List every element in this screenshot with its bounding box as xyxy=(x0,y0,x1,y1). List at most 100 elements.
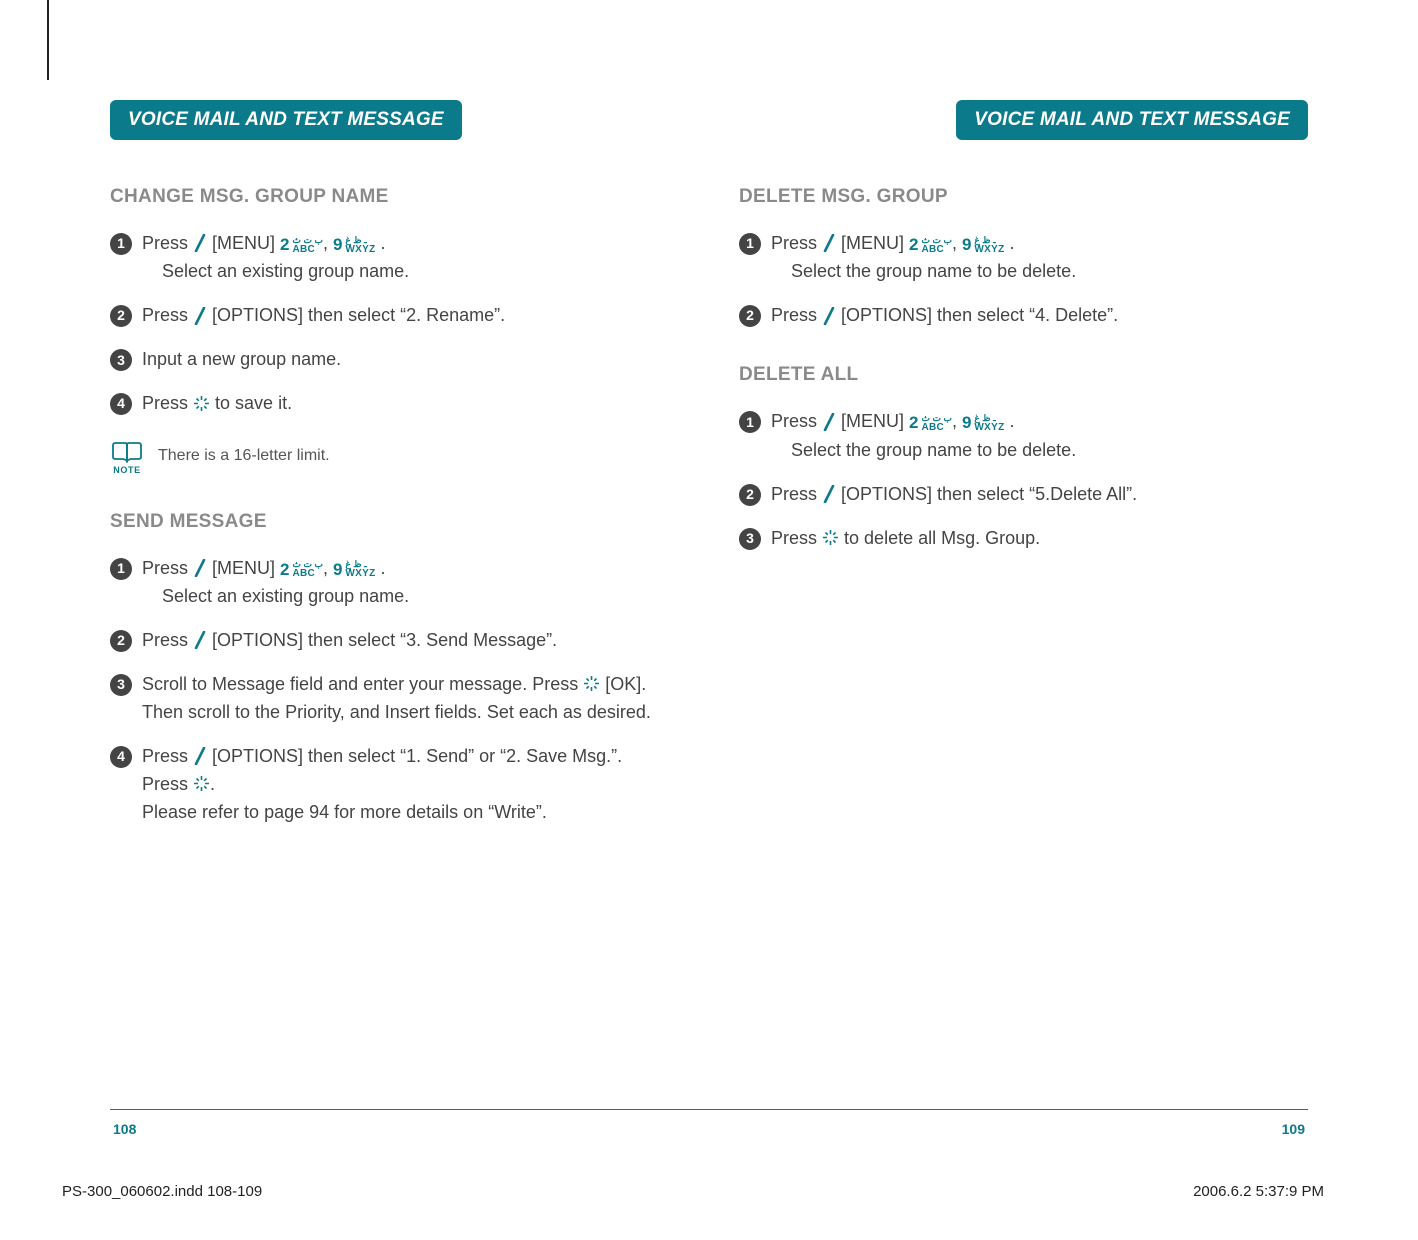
note-text: There is a 16-letter limit. xyxy=(158,447,330,465)
sep: , xyxy=(952,233,962,253)
ok-key-icon xyxy=(193,771,210,799)
step-bullet-1: 1 xyxy=(110,233,132,255)
step-bullet-2: 2 xyxy=(739,305,761,327)
step-text: . xyxy=(210,774,215,794)
step-text: [MENU] xyxy=(212,558,280,578)
step-row: 1 Press [MENU] 2ب ت ثABC, 9ـ ظ غWXYZ . S… xyxy=(739,408,1308,464)
softkey-icon xyxy=(822,303,836,331)
step-text: [OPTIONS] then select “5.Delete All”. xyxy=(841,484,1137,504)
step-text: Press xyxy=(142,393,193,413)
step-text: Press xyxy=(142,630,193,650)
ok-key-icon xyxy=(822,525,839,553)
step-text: Press xyxy=(771,305,822,325)
softkey-icon xyxy=(193,743,207,771)
softkey-icon xyxy=(193,230,207,258)
step-bullet-3: 3 xyxy=(110,349,132,371)
step-text: . xyxy=(1010,411,1015,431)
step-text: Press xyxy=(142,233,193,253)
step-row: 2 Press [OPTIONS] then select “4. Delete… xyxy=(739,302,1308,330)
step-text: [OPTIONS] then select “4. Delete”. xyxy=(841,305,1118,325)
step-indent-text: Select an existing group name. xyxy=(142,583,679,611)
note-block: NOTE There is a 16-letter limit. xyxy=(110,441,679,471)
ok-key-icon xyxy=(583,671,600,699)
softkey-icon xyxy=(193,555,207,583)
page-number-right: 109 xyxy=(1282,1121,1305,1137)
banner-text: VOICE MAIL AND TEXT MESSAGE xyxy=(110,100,462,140)
note-label: NOTE xyxy=(110,465,144,475)
step-bullet-2: 2 xyxy=(110,630,132,652)
step-text: Please refer to page 94 for more details… xyxy=(142,802,547,822)
key-9-icon: 9ـ ظ غWXYZ xyxy=(962,232,1005,258)
footer-rule xyxy=(110,1109,1308,1110)
step-text: to save it. xyxy=(215,393,292,413)
step-row: 1 Press [MENU] 2ب ت ثABC, 9ـ ظ غWXYZ . S… xyxy=(110,555,679,611)
key-9-icon: 9ـ ظ غWXYZ xyxy=(333,557,376,583)
step-text: Press xyxy=(142,305,193,325)
step-row: 3 Input a new group name. xyxy=(110,346,679,374)
key-9-icon: 9ـ ظ غWXYZ xyxy=(962,410,1005,436)
step-row: 2 Press [OPTIONS] then select “3. Send M… xyxy=(110,627,679,655)
softkey-icon xyxy=(193,627,207,655)
step-row: 3 Scroll to Message field and enter your… xyxy=(110,671,679,727)
key-2-icon: 2ب ت ثABC xyxy=(909,232,952,258)
print-slug-left: PS-300_060602.indd 108-109 xyxy=(62,1183,262,1200)
softkey-icon xyxy=(822,230,836,258)
step-bullet-1: 1 xyxy=(110,558,132,580)
step-text: Press xyxy=(771,233,822,253)
key-2-icon: 2ب ت ثABC xyxy=(909,410,952,436)
crop-mark xyxy=(47,0,49,80)
step-indent-text: Select the group name to be delete. xyxy=(771,258,1308,286)
step-text: [MENU] xyxy=(841,233,909,253)
step-text: . xyxy=(1010,233,1015,253)
step-bullet-1: 1 xyxy=(739,411,761,433)
step-row: 3 Press to delete all Msg. Group. xyxy=(739,525,1308,553)
ok-key-icon xyxy=(193,391,210,419)
note-icon: NOTE xyxy=(110,441,144,471)
step-text: [MENU] xyxy=(212,233,280,253)
step-text: Press xyxy=(771,484,822,504)
key-9-icon: 9ـ ظ غWXYZ xyxy=(333,232,376,258)
step-text: Press xyxy=(771,528,822,548)
step-row: 1 Press [MENU] 2ب ت ثABC, 9ـ ظ غWXYZ . S… xyxy=(739,230,1308,286)
print-slug-right: 2006.6.2 5:37:9 PM xyxy=(1193,1183,1324,1200)
step-indent-text: Select an existing group name. xyxy=(142,258,679,286)
section-banner-right: VOICE MAIL AND TEXT MESSAGE xyxy=(739,100,1308,140)
step-bullet-2: 2 xyxy=(110,305,132,327)
step-text: Press xyxy=(142,746,193,766)
banner-text: VOICE MAIL AND TEXT MESSAGE xyxy=(956,100,1308,140)
sep: , xyxy=(323,558,333,578)
step-bullet-2: 2 xyxy=(739,484,761,506)
step-text: [OPTIONS] then select “3. Send Message”. xyxy=(212,630,557,650)
step-text: to delete all Msg. Group. xyxy=(844,528,1040,548)
step-row: 4 Press [OPTIONS] then select “1. Send” … xyxy=(110,743,679,827)
heading-delete-all: DELETE ALL xyxy=(739,364,1308,386)
step-text: . xyxy=(381,233,386,253)
heading-delete-group: DELETE MSG. GROUP xyxy=(739,186,1308,208)
step-text: Scroll to Message field and enter your m… xyxy=(142,674,578,694)
softkey-icon xyxy=(822,409,836,437)
step-text: Press xyxy=(142,774,193,794)
sep: , xyxy=(323,233,333,253)
step-row: 2 Press [OPTIONS] then select “5.Delete … xyxy=(739,481,1308,509)
softkey-icon xyxy=(822,481,836,509)
step-text: [OPTIONS] then select “2. Rename”. xyxy=(212,305,505,325)
key-2-icon: 2ب ت ثABC xyxy=(280,232,323,258)
step-text: [MENU] xyxy=(841,411,909,431)
heading-change-group-name: CHANGE MSG. GROUP NAME xyxy=(110,186,679,208)
step-text: Press xyxy=(142,558,193,578)
step-row: 2 Press [OPTIONS] then select “2. Rename… xyxy=(110,302,679,330)
step-bullet-1: 1 xyxy=(739,233,761,255)
step-text: Input a new group name. xyxy=(142,346,679,374)
step-bullet-4: 4 xyxy=(110,746,132,768)
softkey-icon xyxy=(193,303,207,331)
step-text: . xyxy=(381,558,386,578)
step-bullet-3: 3 xyxy=(110,674,132,696)
page-number-left: 108 xyxy=(113,1121,136,1137)
step-indent-text: Select the group name to be delete. xyxy=(771,437,1308,465)
step-bullet-3: 3 xyxy=(739,528,761,550)
section-banner-left: VOICE MAIL AND TEXT MESSAGE xyxy=(110,100,679,140)
step-row: 4 Press to save it. xyxy=(110,390,679,418)
step-text: Press xyxy=(771,411,822,431)
step-bullet-4: 4 xyxy=(110,393,132,415)
sep: , xyxy=(952,411,962,431)
